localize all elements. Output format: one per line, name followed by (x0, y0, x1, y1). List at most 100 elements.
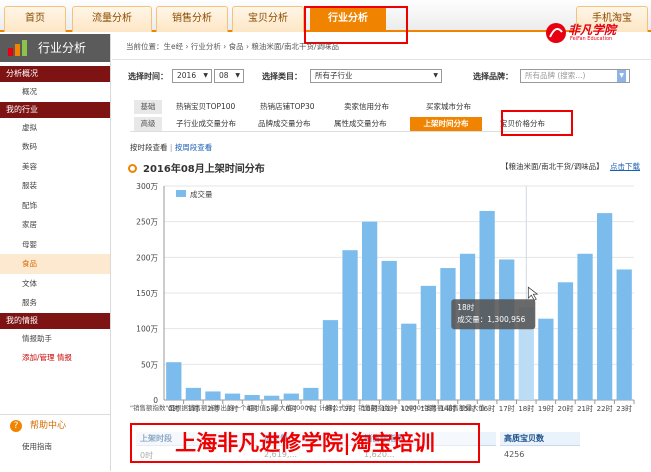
bar (401, 323, 417, 400)
category-value: 所有子行业 (315, 71, 353, 80)
bar (185, 387, 202, 400)
bar (224, 393, 241, 400)
chevron-down-icon: ▼ (235, 72, 240, 79)
bar (499, 259, 515, 400)
subtab-listing-time[interactable]: 上架时间分布 (410, 117, 482, 131)
tab-sales[interactable]: 销售分析 (156, 6, 228, 32)
sidebar-item-baby[interactable]: 母婴 (0, 235, 110, 255)
subtab-top100[interactable]: 热销宝贝TOP100 (170, 100, 241, 114)
filter-bar: 选择时间： 2016 ▼ 08 ▼ 选择类目： 所有子行业 ▼ 选择品牌： 所有品牌 … (128, 68, 648, 86)
bar (440, 268, 456, 400)
month-select[interactable]: 08 ▼ (214, 69, 244, 83)
chart-title: 2016年08月上架时间分布 (128, 160, 265, 175)
legend-swatch (176, 190, 186, 197)
bar (264, 395, 280, 400)
chart-category-tag: 【粮油米面/南北干货/调味品】 (501, 162, 604, 171)
sidebar-item-digital[interactable]: 数码 (0, 137, 110, 157)
y-tick-label: 50万 (141, 360, 159, 369)
tab-home[interactable]: 首页 (4, 6, 66, 32)
x-tick-label: 19时 (538, 404, 554, 413)
main-content: 当前位置：生e经 › 行业分析 › 食品 › 粮油米面/南北干货/调味品 选择时… (112, 34, 651, 471)
tab-traffic[interactable]: 流量分析 (72, 6, 152, 32)
view-toggle: 按时段查看 | 按周段查看 (130, 143, 213, 152)
x-tick-label: 22时 (597, 404, 613, 413)
sidebar-header: 行业分析 (0, 34, 110, 62)
sidebar-item-beauty[interactable]: 美容 (0, 157, 110, 177)
y-tick-label: 100万 (136, 325, 158, 334)
sidebar-item-clothing[interactable]: 服装 (0, 176, 110, 196)
y-tick-label: 300万 (136, 182, 158, 191)
brand-search-select[interactable]: 所有品牌 (搜索...) ▼ (520, 69, 630, 83)
chart-area: 2016年08月上架时间分布 【粮油米面/南北干货/调味品】 点击下载 0 50万… (122, 160, 642, 460)
highlight-box-subtab (501, 110, 573, 136)
x-tick-label: 23时 (616, 404, 632, 413)
bar-chart: 050万100万150万200万250万300万0时 1时 2时 3时 4时 5时 6时 7时… (136, 182, 635, 413)
bar (283, 393, 299, 400)
chart-title-text: 2016年08月上架时间分布 (143, 164, 265, 175)
bar (342, 250, 358, 400)
subtab-attribute[interactable]: 属性成交量分布 (328, 117, 393, 131)
table-cell-quality-items: 4256 (504, 450, 525, 459)
month-value: 08 (219, 71, 229, 80)
bar (361, 221, 378, 400)
bar (322, 320, 339, 400)
chevron-down-icon: ▼ (433, 72, 438, 79)
view-by-time[interactable]: 按时段查看 (130, 143, 168, 152)
x-tick-label: 20时 (557, 404, 573, 413)
sidebar-item-overview[interactable]: 概况 (0, 82, 110, 102)
bar (577, 253, 593, 400)
subtab-subindustry[interactable]: 子行业成交量分布 (170, 117, 242, 131)
sidebar-item-manage-intel[interactable]: 添加/管理 情报 (0, 348, 110, 368)
sidebar-item-virtual[interactable]: 虚拟 (0, 118, 110, 138)
subtab-top30[interactable]: 热销店铺TOP30 (254, 100, 321, 114)
download-link[interactable]: 点击下载 (610, 162, 640, 171)
category-select[interactable]: 所有子行业 ▼ (310, 69, 442, 83)
subtab-panel: 基础 热销宝贝TOP100 热销店铺TOP30 卖家信用分布 买家城市分布 高级… (130, 98, 560, 132)
tab-item[interactable]: 宝贝分析 (232, 6, 304, 32)
subtab-buyer-city[interactable]: 买家城市分布 (420, 100, 477, 114)
sidebar: 行业分析 分析概况 概况 我的行业 虚拟 数码 美容 服装 配饰 家居 母婴 食… (0, 34, 111, 471)
cursor-pointer-icon (527, 286, 539, 301)
help-item-guide[interactable]: 使用指南 (0, 437, 110, 457)
help-title: 帮助中心 (30, 421, 67, 431)
bar (557, 282, 574, 400)
badge-basic: 基础 (134, 100, 162, 114)
brand-placeholder: 所有品牌 (搜索...) (525, 71, 586, 80)
title-circle-icon (128, 164, 137, 173)
sidebar-group-my-industry: 我的行业 (0, 101, 110, 118)
y-tick-label: 250万 (136, 218, 158, 227)
category-label: 选择类目： (262, 72, 302, 81)
time-label: 选择时间： (128, 72, 168, 81)
view-by-week[interactable]: 按周段查看 (175, 143, 213, 152)
bar (244, 395, 260, 400)
subtab-seller-credit[interactable]: 卖家信用分布 (338, 100, 395, 114)
tooltip-value: 成交量：1,300,956 (457, 314, 525, 324)
help-center: ? 帮助中心 使用指南 (0, 414, 110, 471)
bar (303, 387, 319, 400)
sidebar-item-sports[interactable]: 文体 (0, 274, 110, 294)
x-tick-label: 21时 (577, 404, 593, 413)
sidebar-item-food[interactable]: 食品 (0, 254, 110, 274)
brand-label: 选择品牌： (473, 72, 513, 81)
legend-label: 成交量 (190, 189, 213, 199)
sidebar-item-accessories[interactable]: 配饰 (0, 196, 110, 216)
sidebar-item-intel-assistant[interactable]: 情报助手 (0, 329, 110, 349)
sidebar-group-my-intel: 我的情报 (0, 312, 110, 329)
year-select[interactable]: 2016 ▼ (172, 69, 212, 83)
sidebar-item-home[interactable]: 家居 (0, 215, 110, 235)
badge-advanced: 高级 (134, 117, 162, 131)
sidebar-item-services[interactable]: 服务 (0, 293, 110, 313)
footnote: "销售额指数"是根据销售额计算出的一个相对值，最大值10000。计算公式为：销售… (130, 404, 485, 412)
sidebar-logo-icon (8, 40, 27, 56)
x-tick-label: 17时 (499, 404, 515, 413)
help-icon: ? (10, 420, 22, 432)
chart-header-right: 【粮油米面/南北干货/调味品】 点击下载 (501, 161, 640, 172)
chevron-down-icon: ▼ (617, 70, 626, 82)
table-header-quality-items[interactable]: 高质宝贝数 (500, 432, 580, 446)
breadcrumb: 当前位置：生e经 › 行业分析 › 食品 › 粮油米面/南北干货/调味品 (112, 34, 651, 60)
bar (538, 318, 554, 400)
subtab-brand[interactable]: 品牌成交量分布 (252, 117, 317, 131)
x-tick-label: 18时 (518, 404, 534, 413)
y-tick-label: 150万 (136, 289, 158, 298)
bar (205, 391, 221, 400)
